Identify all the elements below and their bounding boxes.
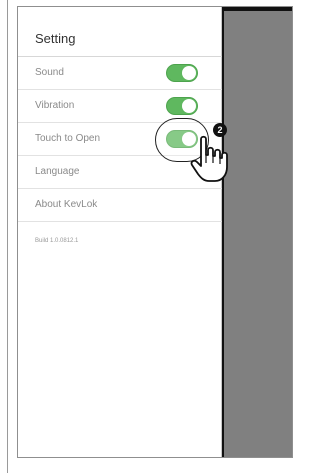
settings-title: Setting (35, 31, 76, 46)
menu-item-about[interactable]: About KevLok (18, 189, 222, 222)
left-divider (7, 0, 8, 473)
vibration-toggle[interactable] (166, 97, 198, 115)
dimmed-overlay[interactable] (222, 7, 292, 457)
menu-item-sound[interactable]: Sound (18, 57, 222, 90)
phone-screen: Setting Sound Vibration Touch to Open La… (17, 6, 293, 458)
menu-item-label: Sound (35, 67, 64, 78)
sound-toggle[interactable] (166, 64, 198, 82)
menu-item-label: Language (35, 166, 80, 177)
hand-pointer-icon (190, 135, 228, 182)
settings-drawer: Setting Sound Vibration Touch to Open La… (18, 7, 222, 457)
toggle-knob (182, 66, 196, 80)
build-version: Build 1.0.0812.1 (35, 238, 79, 244)
menu-item-label: About KevLok (35, 199, 98, 210)
menu-item-label: Vibration (35, 100, 75, 111)
menu-item-label: Touch to Open (35, 133, 101, 144)
overlay-top-bar (222, 7, 292, 11)
toggle-knob (182, 99, 196, 113)
screenshot-page: Setting Sound Vibration Touch to Open La… (0, 0, 297, 473)
